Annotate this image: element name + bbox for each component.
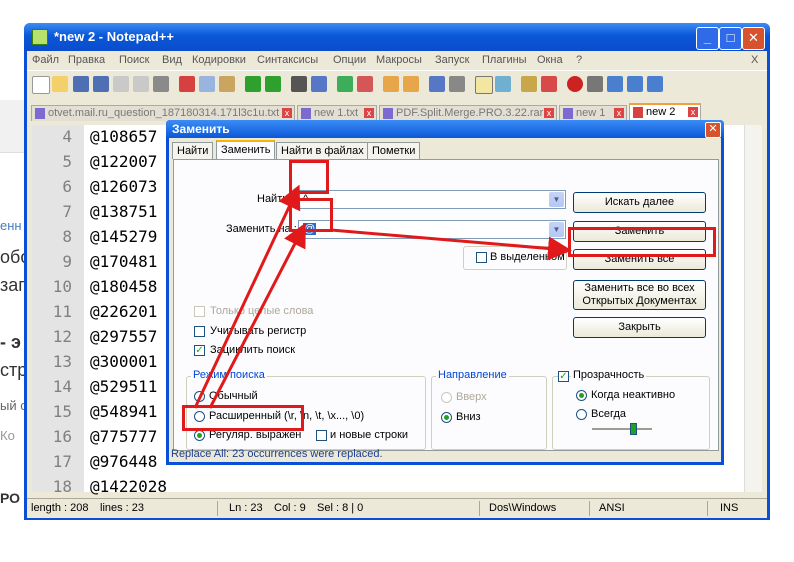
arrow-to-replace-all bbox=[330, 228, 572, 261]
arrow-to-replace bbox=[208, 222, 306, 409]
annotation-arrows bbox=[193, 184, 572, 409]
arrow-to-find bbox=[193, 184, 301, 409]
